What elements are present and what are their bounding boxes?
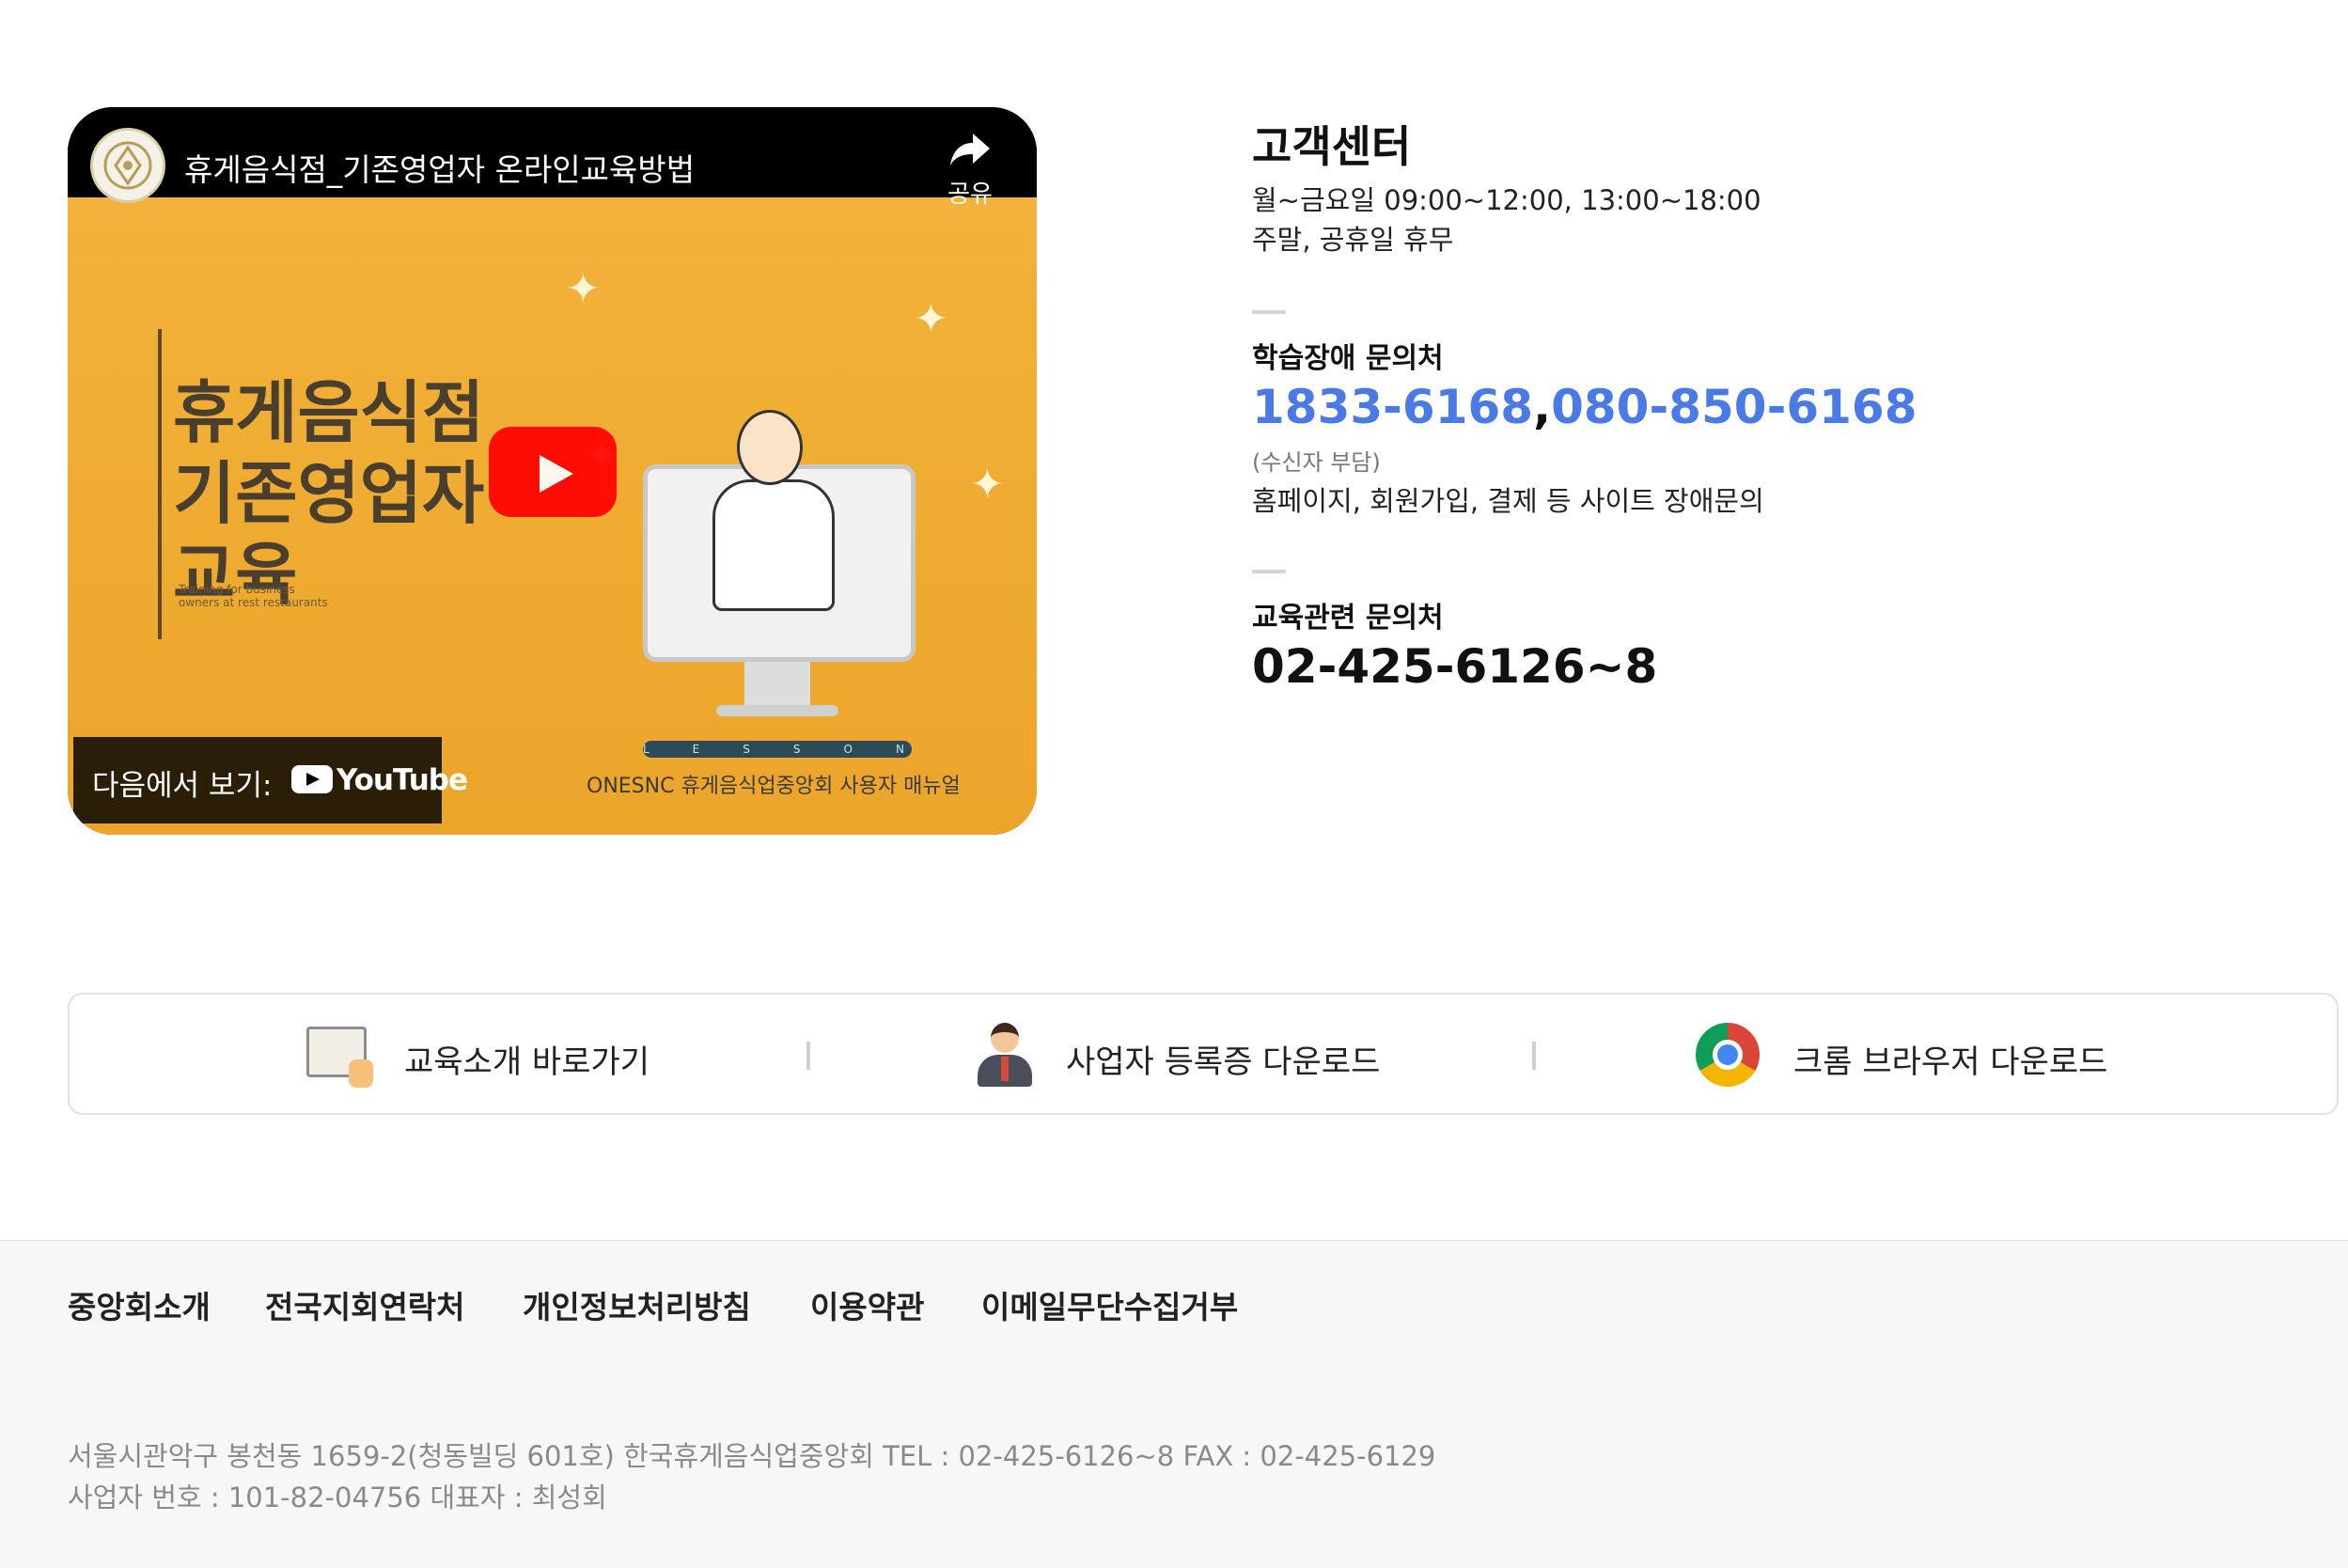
share-arrow-icon xyxy=(950,133,990,165)
thumbnail-footer-text: ONESNC 휴게음식업중앙회 사용자 매뉴얼 xyxy=(587,775,961,798)
learning-issue-phones: 1833-6168,080-850-6168 xyxy=(1252,380,1917,434)
youtube-logo: YouTube xyxy=(291,763,468,797)
footer-link-branches[interactable]: 전국지회연락처 xyxy=(265,1282,465,1327)
thumbnail-title-line-1: 휴게음식점 xyxy=(173,373,485,452)
section-divider xyxy=(1252,310,1286,314)
monitor-stand-illustration xyxy=(744,662,810,709)
play-icon[interactable] xyxy=(489,427,617,517)
youtube-video-embed[interactable]: 휴게음식점 기존영업자 교육 Training for business own… xyxy=(68,107,1037,835)
footer-info: 서울시관악구 봉천동 1659-2(청동빌딩 601호) 한국휴게음식업중앙회 … xyxy=(0,1359,2348,1568)
chrome-download-link[interactable]: 크롬 브라우저 다운로드 xyxy=(1696,1023,2147,1089)
thumbnail-small-text: Training for business owners at rest res… xyxy=(179,583,328,609)
quick-link-label: 크롬 브라우저 다운로드 xyxy=(1793,1043,2108,1081)
lesson-bar: LESSON xyxy=(643,741,947,758)
channel-logo-icon[interactable] xyxy=(90,128,165,203)
footer-business-info: 사업자 번호 : 101-82-04756 대표자 : 최성회 xyxy=(68,1482,607,1513)
education-heading: 교육관련 문의처 xyxy=(1252,602,1444,635)
watch-on-label: 다음에서 보기: xyxy=(92,769,273,803)
footer-nav: 중앙회소개 전국지회연락처 개인정보처리방침 이용약관 이메일무단수집거부 xyxy=(0,1240,2348,1360)
channel-emblem-icon xyxy=(103,141,152,190)
footer-address: 서울시관악구 봉천동 1659-2(청동빌딩 601호) 한국휴게음식업중앙회 … xyxy=(68,1440,1436,1472)
learning-phone-2[interactable]: 080-850-6168 xyxy=(1551,380,1917,434)
businessman-icon xyxy=(976,1023,1032,1087)
phone-separator: , xyxy=(1533,380,1552,434)
chrome-icon xyxy=(1696,1023,1760,1087)
thumbnail-divider xyxy=(158,329,162,639)
video-header: 휴게음식점_기존영업자 온라인교육방법 공유 xyxy=(68,107,1037,209)
education-phone[interactable]: 02-425-6126~8 xyxy=(1252,639,1657,694)
business-registration-download-link[interactable]: 사업자 등록증 다운로드 xyxy=(976,1023,1427,1089)
quick-link-label: 교육소개 바로가기 xyxy=(404,1043,650,1081)
watch-on-youtube-button[interactable]: 다음에서 보기: YouTube xyxy=(73,737,468,823)
monitor-base-illustration xyxy=(716,705,838,716)
learning-phone-1[interactable]: 1833-6168 xyxy=(1252,380,1533,434)
youtube-play-mark-icon xyxy=(291,765,333,793)
sparkle-icon: ✦ xyxy=(970,461,1005,509)
share-label: 공유 xyxy=(947,180,993,209)
footer-link-terms[interactable]: 이용약관 xyxy=(810,1282,924,1327)
footer-link-about[interactable]: 중앙회소개 xyxy=(68,1282,211,1327)
quick-links-bar: 교육소개 바로가기 사업자 등록증 다운로드 크롬 브라우저 다운로드 xyxy=(68,993,2339,1115)
share-button[interactable]: 공유 xyxy=(914,130,1026,210)
person-illustration-body xyxy=(712,479,835,611)
sparkle-icon: ✦ xyxy=(914,295,948,343)
weekend-hours: 주말, 공휴일 휴무 xyxy=(1252,224,1454,256)
weekday-hours: 월~금요일 09:00~12:00, 13:00~18:00 xyxy=(1252,184,1761,216)
customer-center-title: 고객센터 xyxy=(1252,121,1412,172)
education-intro-link[interactable]: 교육소개 바로가기 xyxy=(306,1023,682,1089)
section-divider xyxy=(1252,570,1286,573)
toll-free-note: (수신자 부담) xyxy=(1252,449,1381,476)
quick-link-label: 사업자 등록증 다운로드 xyxy=(1066,1043,1381,1081)
thumbnail-title: 휴게음식점 기존영업자 교육 xyxy=(173,372,484,615)
youtube-wordmark: YouTube xyxy=(337,763,468,797)
footer-link-privacy[interactable]: 개인정보처리방침 xyxy=(523,1282,751,1327)
person-illustration-head xyxy=(737,410,803,485)
quick-link-divider xyxy=(1532,1042,1536,1070)
video-title-link[interactable]: 휴게음식점_기존영업자 온라인교육방법 xyxy=(184,145,695,190)
thumbnail-title-line-2: 기존영업자 xyxy=(173,454,485,533)
book-hand-icon xyxy=(306,1027,373,1088)
learning-issue-description: 홈페이지, 회원가입, 결제 등 사이트 장애문의 xyxy=(1252,485,1764,517)
quick-link-divider xyxy=(806,1042,810,1070)
learning-issue-heading: 학습장애 문의처 xyxy=(1252,342,1444,375)
sparkle-icon: ✦ xyxy=(566,265,601,313)
footer-link-email-refusal[interactable]: 이메일무단수집거부 xyxy=(981,1282,1238,1327)
